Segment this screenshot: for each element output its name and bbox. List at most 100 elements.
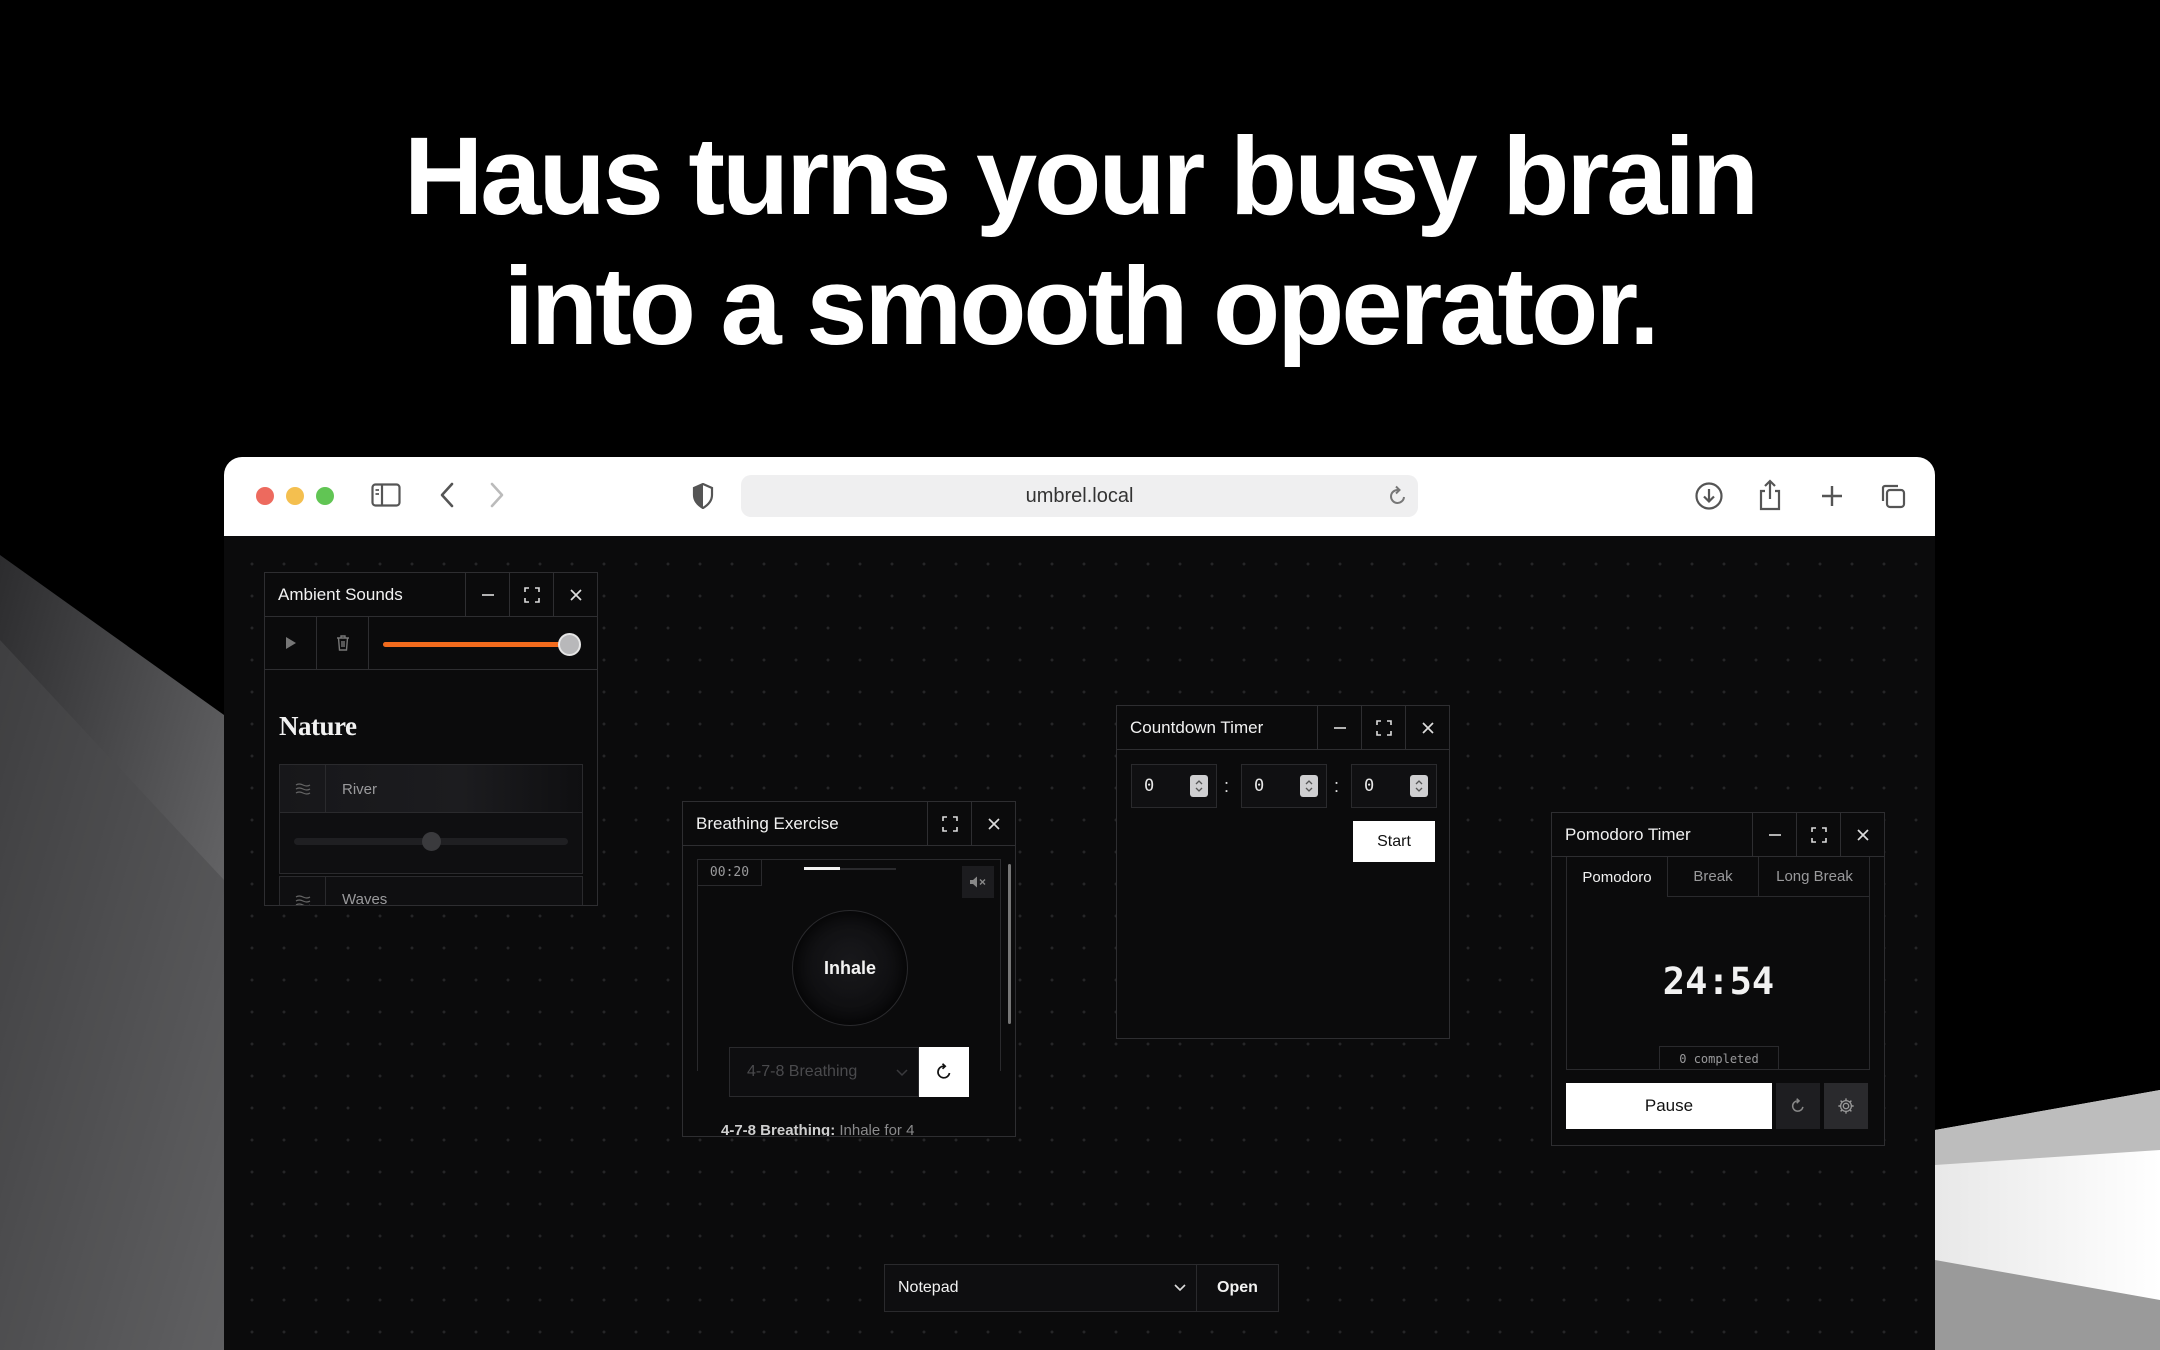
app-select-value: Notepad (898, 1279, 959, 1296)
tab-pomodoro[interactable]: Pomodoro (1567, 857, 1668, 897)
river-volume-slider[interactable] (294, 831, 568, 851)
browser-window: umbrel.local Ambient Sounds Nature River… (224, 457, 1935, 1350)
fullscreen-button[interactable] (509, 573, 553, 617)
pomodoro-window-header[interactable]: Pomodoro Timer (1552, 813, 1884, 857)
river-header[interactable]: River (280, 765, 582, 813)
minimize-window-button[interactable] (286, 487, 304, 505)
zoom-window-button[interactable] (316, 487, 334, 505)
waves-icon (280, 877, 326, 905)
open-button[interactable]: Open (1197, 1265, 1278, 1311)
app-launcher: Notepad Open (884, 1264, 1279, 1312)
address-bar[interactable]: umbrel.local (741, 475, 1418, 517)
gear-icon (1838, 1098, 1854, 1114)
minutes-stepper[interactable] (1300, 775, 1318, 797)
window-title: Countdown Timer (1130, 717, 1264, 737)
tab-overview-icon[interactable] (1876, 479, 1910, 513)
volume-knob[interactable] (557, 633, 581, 656)
sound-waves[interactable]: Waves (279, 876, 583, 906)
play-button[interactable] (265, 617, 317, 669)
close-window-button[interactable] (256, 487, 274, 505)
reset-button[interactable] (1776, 1083, 1820, 1129)
elapsed-time: 00:20 (698, 860, 762, 886)
close-icon (1421, 721, 1434, 734)
minimize-icon (1333, 726, 1346, 729)
start-button[interactable]: Start (1353, 821, 1435, 862)
trash-icon (336, 635, 349, 651)
marketing-stage: Haus turns your busy brain into a smooth… (0, 0, 2160, 1350)
expand-icon (1375, 719, 1392, 736)
ambient-window-header[interactable]: Ambient Sounds (265, 573, 597, 617)
chevron-down-icon (896, 1069, 908, 1077)
back-icon[interactable] (432, 479, 462, 511)
privacy-shield-icon[interactable] (688, 481, 718, 511)
share-icon[interactable] (1753, 477, 1787, 513)
hours-value: 0 (1144, 776, 1155, 796)
master-volume-slider[interactable] (383, 631, 583, 657)
expand-icon (1810, 826, 1827, 843)
close-icon (1856, 828, 1869, 841)
pause-button[interactable]: Pause (1566, 1083, 1772, 1129)
river-knob[interactable] (421, 832, 441, 851)
clear-button[interactable] (317, 617, 369, 669)
minimize-button[interactable] (1317, 706, 1361, 750)
ambient-sounds-window: Ambient Sounds Nature River Waves (264, 572, 598, 906)
reset-icon (1791, 1098, 1804, 1112)
countdown-timer-window: Countdown Timer 0 : 0 : 0 Start (1116, 705, 1450, 1039)
mute-button[interactable] (962, 866, 994, 898)
new-tab-icon[interactable] (1815, 479, 1849, 513)
close-icon (569, 588, 582, 601)
fullscreen-button[interactable] (1361, 706, 1405, 750)
section-heading: Nature (279, 711, 357, 741)
pattern-description: 4-7-8 Breathing: Inhale for 4 (721, 1122, 915, 1137)
app-select[interactable]: Notepad (885, 1265, 1197, 1311)
headline-line-2: into a smooth operator. (503, 245, 1659, 368)
sidebar-icon[interactable] (370, 479, 402, 511)
hours-stepper[interactable] (1190, 775, 1208, 797)
close-button[interactable] (971, 802, 1015, 846)
headline: Haus turns your busy brain into a smooth… (0, 112, 2160, 372)
restart-button[interactable] (919, 1047, 969, 1097)
workspace-canvas[interactable]: Ambient Sounds Nature River Waves Breath… (224, 536, 1935, 1350)
fullscreen-button[interactable] (1796, 813, 1840, 857)
sound-label: Waves (342, 891, 388, 906)
window-title: Breathing Exercise (696, 813, 839, 833)
breath-phase: Inhale (823, 957, 876, 978)
download-icon[interactable] (1692, 479, 1726, 513)
tab-long-break[interactable]: Long Break (1759, 857, 1870, 897)
time-separator: : (1334, 776, 1340, 796)
close-button[interactable] (1840, 813, 1884, 857)
breathing-window-header[interactable]: Breathing Exercise (683, 802, 1015, 846)
volume-fill (383, 642, 569, 647)
breath-circle: Inhale (792, 910, 908, 1026)
ambient-controls (265, 617, 597, 670)
description-text: Inhale for 4 (839, 1122, 915, 1137)
minimize-button[interactable] (1752, 813, 1796, 857)
pomodoro-panel: Pomodoro Break Long Break 24:54 0 comple… (1566, 857, 1870, 1070)
progress-track (804, 867, 896, 870)
close-button[interactable] (1405, 706, 1449, 750)
close-button[interactable] (553, 573, 597, 617)
breathing-panel: 00:20 Inhale (697, 859, 1001, 1071)
pattern-select[interactable]: 4-7-8 Breathing (729, 1047, 919, 1097)
progress-fill (804, 867, 840, 870)
chevron-down-icon (1174, 1284, 1186, 1292)
countdown-window-header[interactable]: Countdown Timer (1117, 706, 1449, 750)
fullscreen-button[interactable] (927, 802, 971, 846)
seconds-stepper[interactable] (1410, 775, 1428, 797)
url-text: umbrel.local (1025, 484, 1134, 507)
minutes-input[interactable]: 0 (1241, 764, 1327, 808)
hours-input[interactable]: 0 (1131, 764, 1217, 808)
mute-icon (970, 876, 986, 888)
scrollbar[interactable] (1008, 864, 1011, 1024)
tab-break[interactable]: Break (1668, 857, 1759, 897)
seconds-input[interactable]: 0 (1351, 764, 1437, 808)
headline-line-1: Haus turns your busy brain (403, 115, 1759, 238)
minimize-button[interactable] (465, 573, 509, 617)
settings-button[interactable] (1824, 1083, 1868, 1129)
forward-icon[interactable] (482, 479, 512, 511)
seconds-value: 0 (1364, 776, 1375, 796)
restart-icon (937, 1063, 951, 1079)
reload-icon[interactable] (1388, 485, 1408, 513)
minimize-icon (1768, 833, 1781, 836)
window-title: Ambient Sounds (278, 584, 403, 604)
